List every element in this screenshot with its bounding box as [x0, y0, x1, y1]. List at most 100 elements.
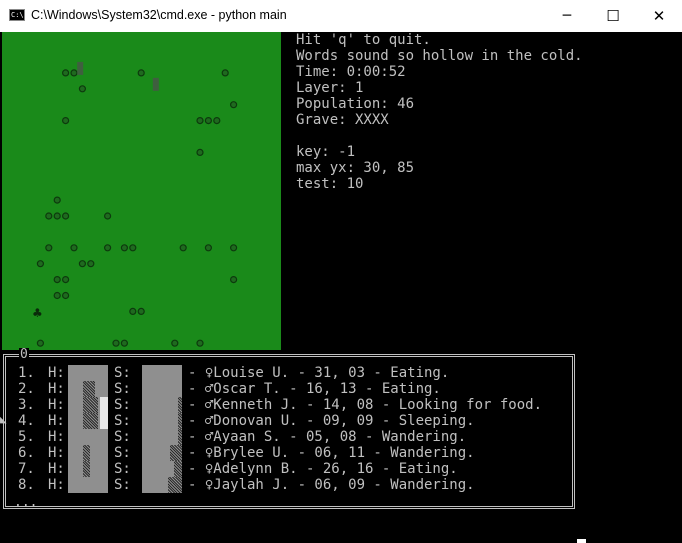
person-marker: [196, 116, 204, 125]
grave-marker: [152, 77, 159, 91]
stamina-bar: [142, 397, 182, 413]
person-marker: [78, 260, 87, 268]
person-marker: [61, 212, 70, 220]
row-number: 4.: [18, 413, 35, 429]
person-marker: [78, 85, 87, 93]
row-number: 2.: [18, 381, 35, 397]
row-number: 3.: [18, 397, 35, 413]
cmd-app-icon: C:\: [9, 9, 25, 21]
person-marker: [129, 244, 137, 252]
maximize-button[interactable]: ☐: [590, 0, 636, 31]
person-status: - ♀Adelynn B. - 26, 16 - Eating.: [188, 461, 458, 477]
person-marker: [61, 291, 70, 300]
person-marker: [204, 244, 212, 252]
world-map: ♣: [2, 32, 281, 350]
stamina-bar: [142, 381, 182, 397]
tree-icon: ♣: [32, 306, 43, 320]
health-label: H:: [48, 429, 65, 445]
info-line: Words sound so hollow in the cold.: [296, 48, 583, 64]
person-marker: [230, 101, 238, 109]
grave-marker: [77, 61, 84, 75]
health-label: H:: [48, 365, 65, 381]
person-status: - ♀Louise U. - 31, 03 - Eating.: [188, 365, 450, 381]
person-marker: [70, 244, 78, 252]
health-bar: [68, 477, 108, 493]
stamina-bar: [142, 365, 182, 381]
stamina-bar: [142, 413, 182, 429]
person-marker: [53, 276, 61, 284]
person-status: - ♂Kenneth J. - 14, 08 - Looking for foo…: [188, 397, 543, 413]
health-label: H:: [48, 445, 65, 461]
person-marker: [171, 339, 179, 347]
person-status: - ♂Oscar T. - 16, 13 - Eating.: [188, 381, 441, 397]
person-marker: [230, 244, 238, 252]
person-status: - ♂Donovan U. - 09, 09 - Sleeping.: [188, 413, 475, 429]
stamina-label: S:: [114, 365, 131, 381]
health-bar: [68, 461, 108, 477]
info-line: Layer: 1: [296, 80, 364, 96]
person-marker: [112, 339, 120, 347]
person-marker: [61, 276, 70, 284]
stamina-label: S:: [114, 413, 131, 429]
person-marker: [137, 69, 145, 77]
person-marker: [103, 244, 112, 252]
stamina-bar: [142, 461, 182, 477]
health-label: H:: [48, 413, 65, 429]
status-box-title: 0: [19, 347, 29, 362]
info-line: max yx: 30, 85: [296, 160, 415, 176]
health-bar: [68, 381, 108, 397]
stamina-bar: [142, 477, 182, 493]
person-status: - ♀Jaylah J. - 06, 09 - Wandering.: [188, 477, 475, 493]
map-canvas: ♣: [32, 61, 238, 347]
stamina-bar: [142, 445, 182, 461]
status-box-footer: ...: [14, 495, 38, 510]
health-bar: [68, 445, 108, 461]
stamina-label: S:: [114, 381, 131, 397]
minimize-button[interactable]: ─: [544, 0, 590, 31]
person-marker: [196, 148, 204, 157]
stamina-label: S:: [114, 445, 131, 461]
info-line: Time: 0:00:52: [296, 64, 406, 80]
info-line: Population: 46: [296, 96, 415, 112]
person-marker: [213, 116, 221, 125]
row-number: 7.: [18, 461, 35, 477]
person-marker: [61, 116, 70, 125]
person-marker: [129, 307, 137, 315]
person-marker: [45, 244, 53, 252]
info-line: [296, 128, 583, 144]
person-marker: [53, 291, 61, 300]
person-marker: [120, 244, 129, 252]
row-number: 6.: [18, 445, 35, 461]
row-number: 5.: [18, 429, 35, 445]
stamina-label: S:: [114, 477, 131, 493]
health-label: H:: [48, 381, 65, 397]
person-marker: [221, 69, 229, 77]
health-bar: [68, 365, 108, 381]
person-status: - ♂Ayaan S. - 05, 08 - Wandering.: [188, 429, 467, 445]
person-marker: [137, 307, 145, 315]
info-line: Hit 'q' to quit.: [296, 32, 431, 48]
health-label: H:: [48, 461, 65, 477]
scroll-marker: ◣: [0, 413, 7, 426]
health-label: H:: [48, 477, 65, 493]
close-button[interactable]: ✕: [636, 0, 682, 31]
person-marker: [230, 276, 238, 284]
person-marker: [70, 69, 78, 77]
person-marker: [36, 339, 45, 347]
health-bar: [68, 429, 108, 445]
person-marker: [45, 212, 53, 220]
stamina-label: S:: [114, 429, 131, 445]
health-bar: [68, 413, 108, 429]
info-line: test: 10: [296, 176, 364, 192]
console-area[interactable]: ♣ Hit 'q' to quit. Words sound so hollow …: [0, 32, 682, 543]
person-marker: [36, 260, 45, 268]
window-title: C:\Windows\System32\cmd.exe - python mai…: [31, 8, 287, 22]
row-number: 8.: [18, 477, 35, 493]
title-bar: C:\ C:\Windows\System32\cmd.exe - python…: [0, 0, 682, 33]
person-status: - ♀Brylee U. - 06, 11 - Wandering.: [188, 445, 475, 461]
population-status-box: 0 1. H: S: - ♀Louise U. - 31, 03 - Eating. 2…: [3, 348, 575, 509]
person-marker: [120, 339, 129, 347]
health-bar: [68, 397, 108, 413]
info-panel: Hit 'q' to quit. Words sound so hollow in…: [296, 32, 583, 192]
text-cursor: [577, 539, 586, 543]
